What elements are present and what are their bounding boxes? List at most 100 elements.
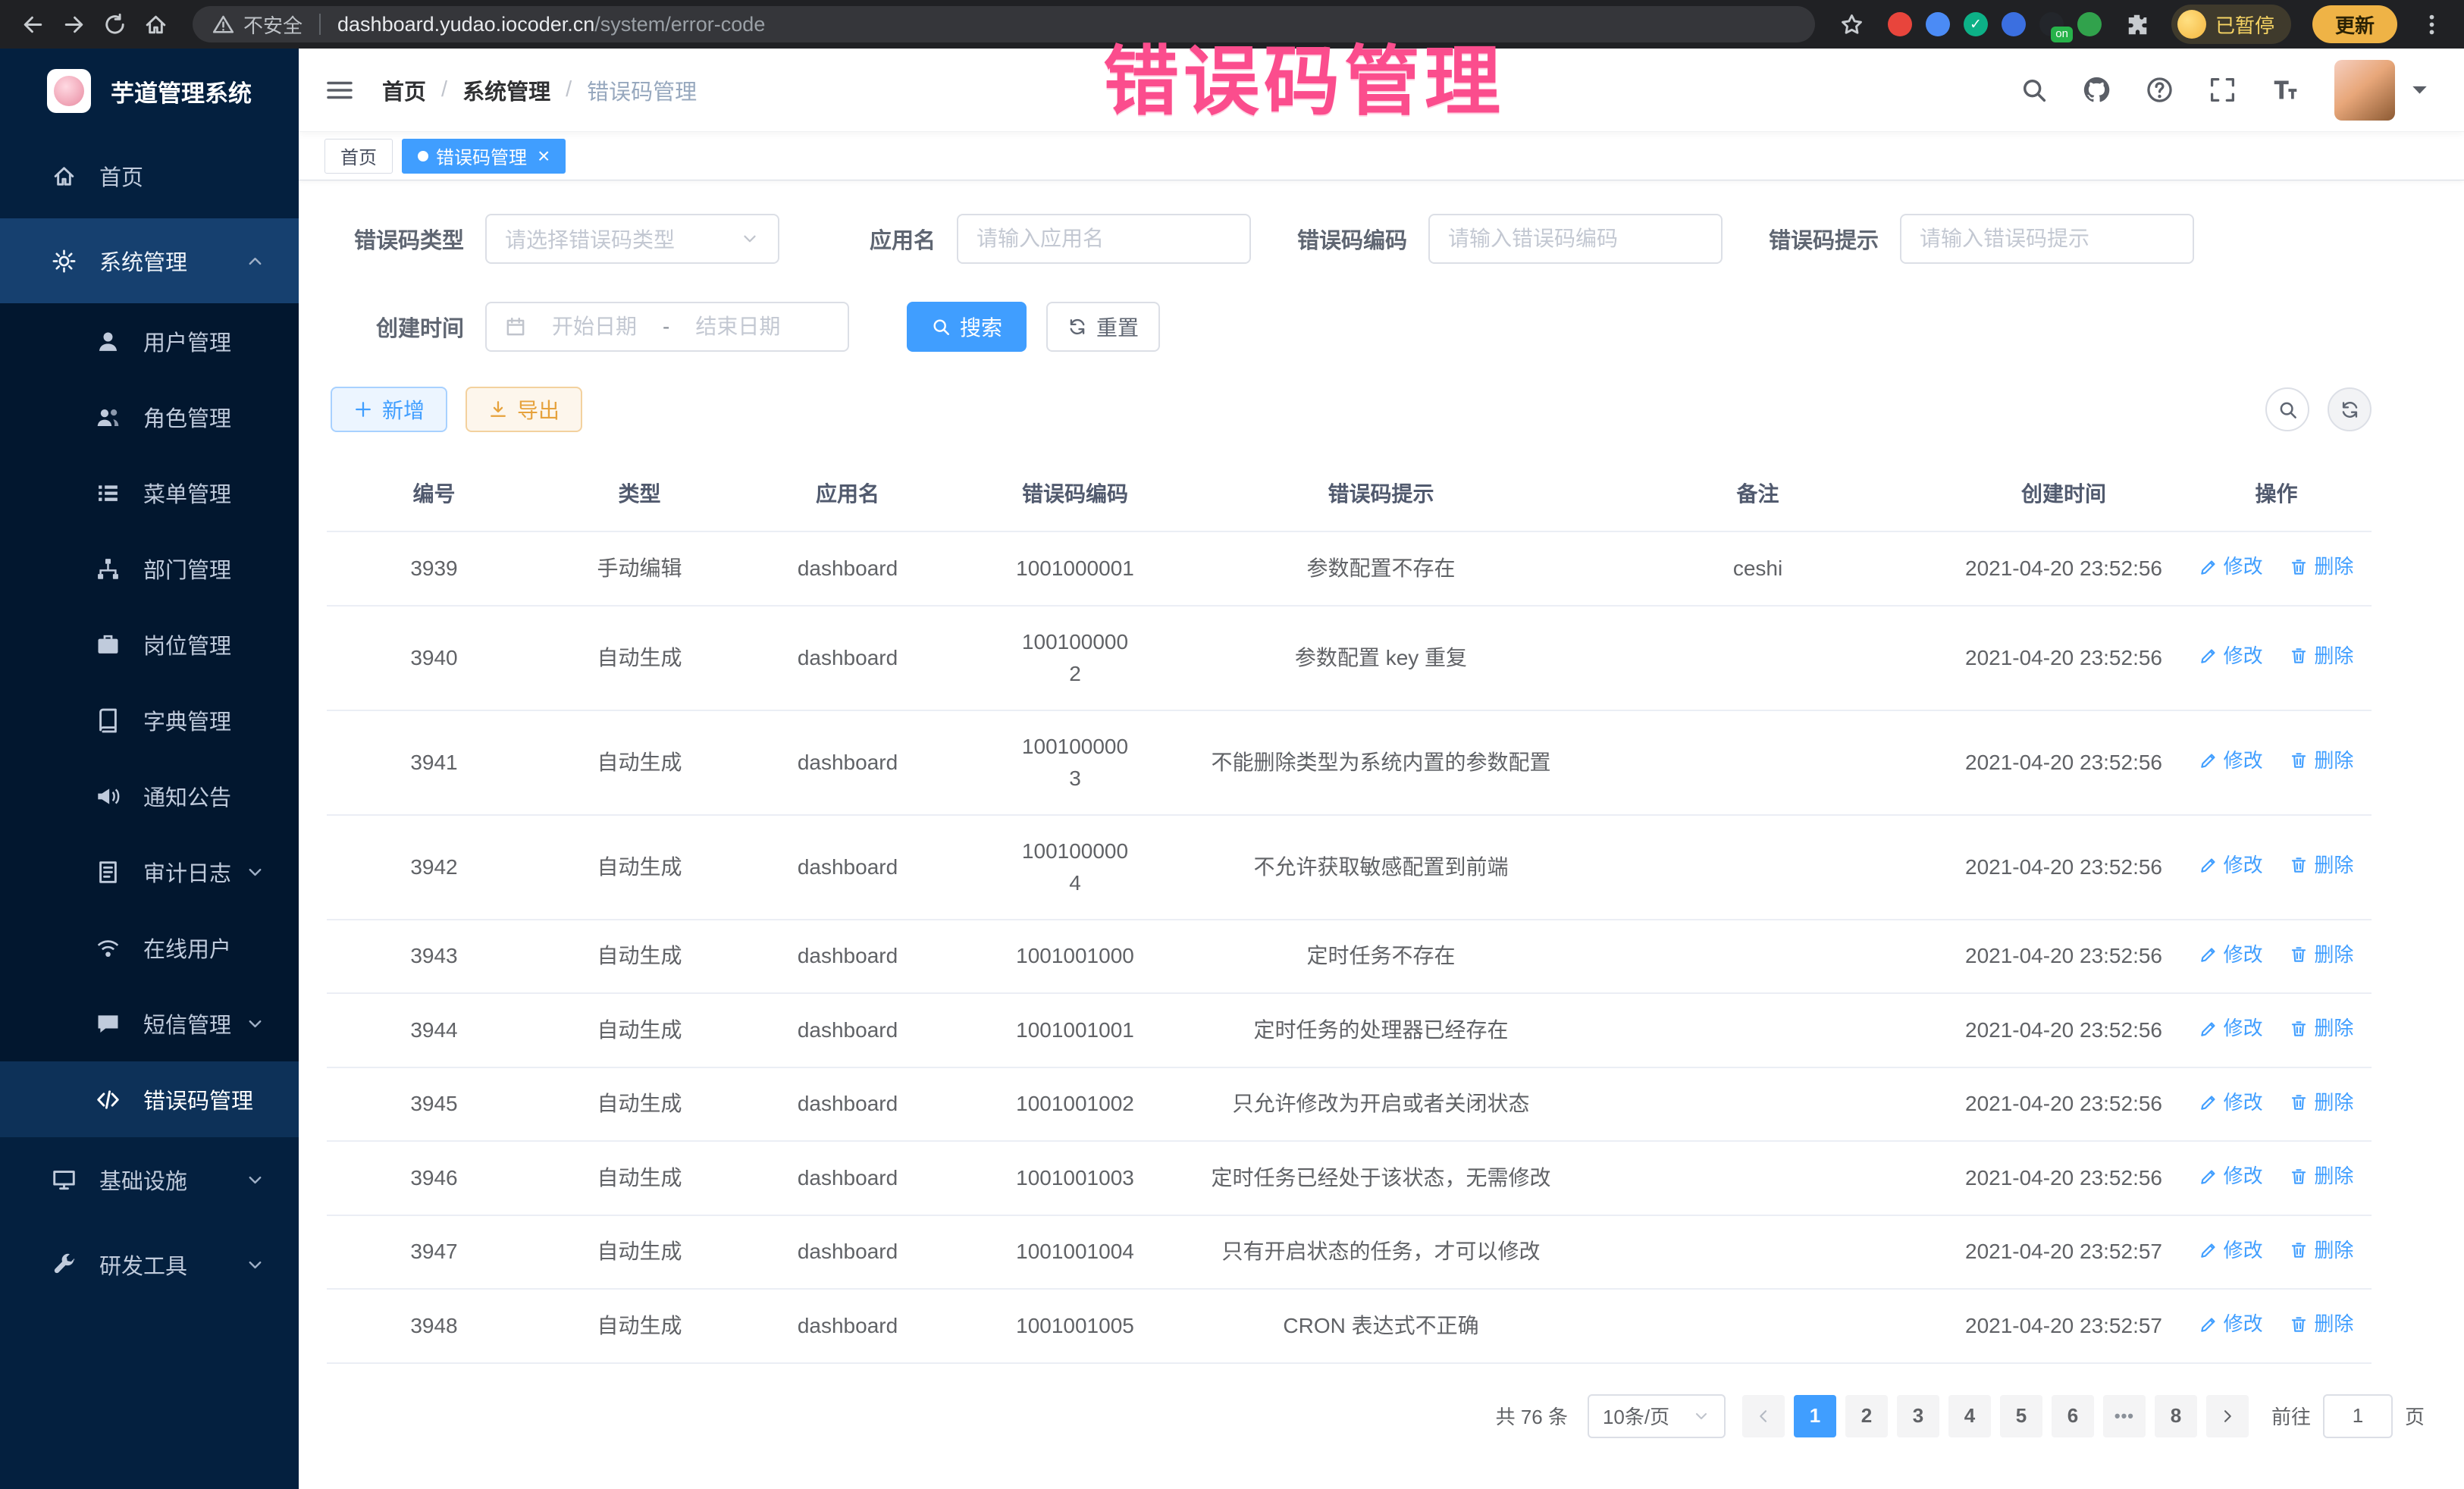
- page-button-1[interactable]: 1: [1794, 1395, 1836, 1437]
- page-button-4[interactable]: 4: [1948, 1395, 1991, 1437]
- edit-link[interactable]: 修改: [2199, 1014, 2263, 1043]
- sidebar-item-posts[interactable]: 岗位管理: [0, 607, 299, 682]
- sidebar-item-online-users[interactable]: 在线用户: [0, 910, 299, 986]
- ext-icon-blue-grid[interactable]: [2002, 12, 2026, 36]
- delete-link[interactable]: 删除: [2290, 746, 2353, 776]
- ext-icon-red-circle[interactable]: [1888, 12, 1912, 36]
- date-range-picker[interactable]: -: [485, 302, 849, 352]
- edit-link[interactable]: 修改: [2199, 1309, 2263, 1339]
- browser-forward-icon[interactable]: [53, 4, 94, 45]
- cell-time: 2021-04-20 23:52:56: [1946, 710, 2181, 815]
- tab-home[interactable]: 首页: [324, 139, 393, 174]
- ext-icon-green-check[interactable]: [1964, 12, 1988, 36]
- sidebar-item-system[interactable]: 系统管理: [0, 218, 299, 303]
- search-button[interactable]: 搜索: [907, 302, 1027, 352]
- end-date-input[interactable]: [680, 315, 795, 339]
- fullscreen-icon[interactable]: [2209, 76, 2237, 104]
- page-button-6[interactable]: 6: [2052, 1395, 2094, 1437]
- page-buttons: 123456•••8: [1785, 1395, 2197, 1437]
- user-avatar[interactable]: [2334, 60, 2395, 121]
- cell-actions: 修改 删除: [2181, 1215, 2372, 1290]
- goto-page-input[interactable]: [2323, 1394, 2393, 1438]
- page-button-5[interactable]: 5: [2000, 1395, 2042, 1437]
- sidebar-item-home[interactable]: 首页: [0, 133, 299, 218]
- app-name-input[interactable]: [977, 227, 1231, 251]
- edit-link[interactable]: 修改: [2199, 1088, 2263, 1118]
- show-search-button[interactable]: [2265, 387, 2309, 431]
- sidebar-item-notice[interactable]: 通知公告: [0, 758, 299, 834]
- sidebar-item-dict[interactable]: 字典管理: [0, 682, 299, 758]
- start-date-input[interactable]: [537, 315, 652, 339]
- sidebar-item-menus[interactable]: 菜单管理: [0, 455, 299, 531]
- sidebar-item-infra[interactable]: 基础设施: [0, 1137, 299, 1222]
- sidebar-item-users[interactable]: 用户管理: [0, 303, 299, 379]
- delete-link[interactable]: 删除: [2290, 1236, 2353, 1265]
- edit-pencil-icon: [2199, 1168, 2218, 1186]
- sidebar-item-label: 短信管理: [143, 1008, 231, 1039]
- error-type-select[interactable]: 请选择错误码类型: [485, 214, 779, 264]
- ext-icon-green-circle[interactable]: [2077, 12, 2102, 36]
- sidebar-item-roles[interactable]: 角色管理: [0, 379, 299, 455]
- edit-link[interactable]: 修改: [2199, 940, 2263, 970]
- delete-link[interactable]: 删除: [2290, 1014, 2353, 1043]
- add-button[interactable]: 新增: [331, 387, 447, 432]
- delete-link[interactable]: 删除: [2290, 1309, 2353, 1339]
- hamburger-icon[interactable]: [324, 75, 355, 105]
- github-icon[interactable]: [2083, 76, 2111, 104]
- delete-link[interactable]: 删除: [2290, 1161, 2353, 1191]
- breadcrumb-item[interactable]: 首页: [382, 74, 426, 106]
- delete-link[interactable]: 删除: [2290, 1088, 2353, 1118]
- sidebar-item-error-code[interactable]: 错误码管理: [0, 1061, 299, 1137]
- edit-link[interactable]: 修改: [2199, 1236, 2263, 1265]
- page-button-2[interactable]: 2: [1845, 1395, 1888, 1437]
- delete-link[interactable]: 删除: [2290, 552, 2353, 581]
- browser-home-icon[interactable]: [135, 4, 176, 45]
- profile-chip[interactable]: 已暂停: [2171, 5, 2291, 44]
- edit-link[interactable]: 修改: [2199, 552, 2263, 581]
- edit-link[interactable]: 修改: [2199, 641, 2263, 671]
- page-button-8[interactable]: 8: [2155, 1395, 2197, 1437]
- page-button-3[interactable]: 3: [1897, 1395, 1939, 1437]
- font-size-icon[interactable]: [2271, 76, 2299, 104]
- search-icon[interactable]: [2020, 76, 2048, 104]
- export-button[interactable]: 导出: [466, 387, 582, 432]
- delete-link[interactable]: 删除: [2290, 940, 2353, 970]
- user-menu[interactable]: [2334, 60, 2434, 121]
- tab-error-code[interactable]: 错误码管理×: [402, 139, 566, 174]
- error-code-input[interactable]: [1448, 227, 1703, 251]
- help-icon[interactable]: [2146, 76, 2174, 104]
- edit-link[interactable]: 修改: [2199, 746, 2263, 776]
- browser-menu-kebab-icon[interactable]: [2411, 4, 2452, 45]
- delete-link[interactable]: 删除: [2290, 641, 2353, 671]
- address-bar[interactable]: 不安全 dashboard.yudao.iocoder.cn/system/er…: [193, 6, 1815, 42]
- ext-icon-dark-on[interactable]: on: [2039, 12, 2064, 36]
- extensions-puzzle-icon[interactable]: [2117, 4, 2158, 45]
- close-icon[interactable]: ×: [538, 146, 550, 167]
- sidebar-item-audit-log[interactable]: 审计日志: [0, 834, 299, 910]
- cell-code: 1001000001: [958, 531, 1193, 606]
- sidebar-item-dev-tools[interactable]: 研发工具: [0, 1222, 299, 1307]
- browser-reload-icon[interactable]: [94, 4, 135, 45]
- error-hint-input[interactable]: [1920, 227, 2174, 251]
- document-icon: [96, 860, 121, 885]
- sidebar-item-sms[interactable]: 短信管理: [0, 986, 299, 1061]
- next-page-button[interactable]: [2206, 1395, 2249, 1437]
- page-size-select[interactable]: 10条/页: [1588, 1394, 1726, 1438]
- breadcrumb-item[interactable]: 系统管理: [462, 74, 550, 106]
- edit-link[interactable]: 修改: [2199, 851, 2263, 880]
- prev-page-button[interactable]: [1742, 1395, 1785, 1437]
- browser-update-button[interactable]: 更新: [2312, 5, 2397, 43]
- sidebar-item-depts[interactable]: 部门管理: [0, 531, 299, 607]
- edit-link[interactable]: 修改: [2199, 1161, 2263, 1191]
- app-logo[interactable]: 芋道管理系统: [0, 49, 299, 133]
- gear-icon: [52, 249, 77, 274]
- page-ellipsis[interactable]: •••: [2103, 1395, 2146, 1437]
- cell-app: dashboard: [738, 1215, 958, 1290]
- bookmark-star-icon[interactable]: [1832, 4, 1873, 45]
- edit-pencil-icon: [2199, 1020, 2218, 1038]
- delete-link[interactable]: 删除: [2290, 851, 2353, 880]
- refresh-table-button[interactable]: [2328, 387, 2372, 431]
- ext-icon-blue-drop[interactable]: [1926, 12, 1950, 36]
- reset-button[interactable]: 重置: [1046, 302, 1160, 352]
- browser-back-icon[interactable]: [12, 4, 53, 45]
